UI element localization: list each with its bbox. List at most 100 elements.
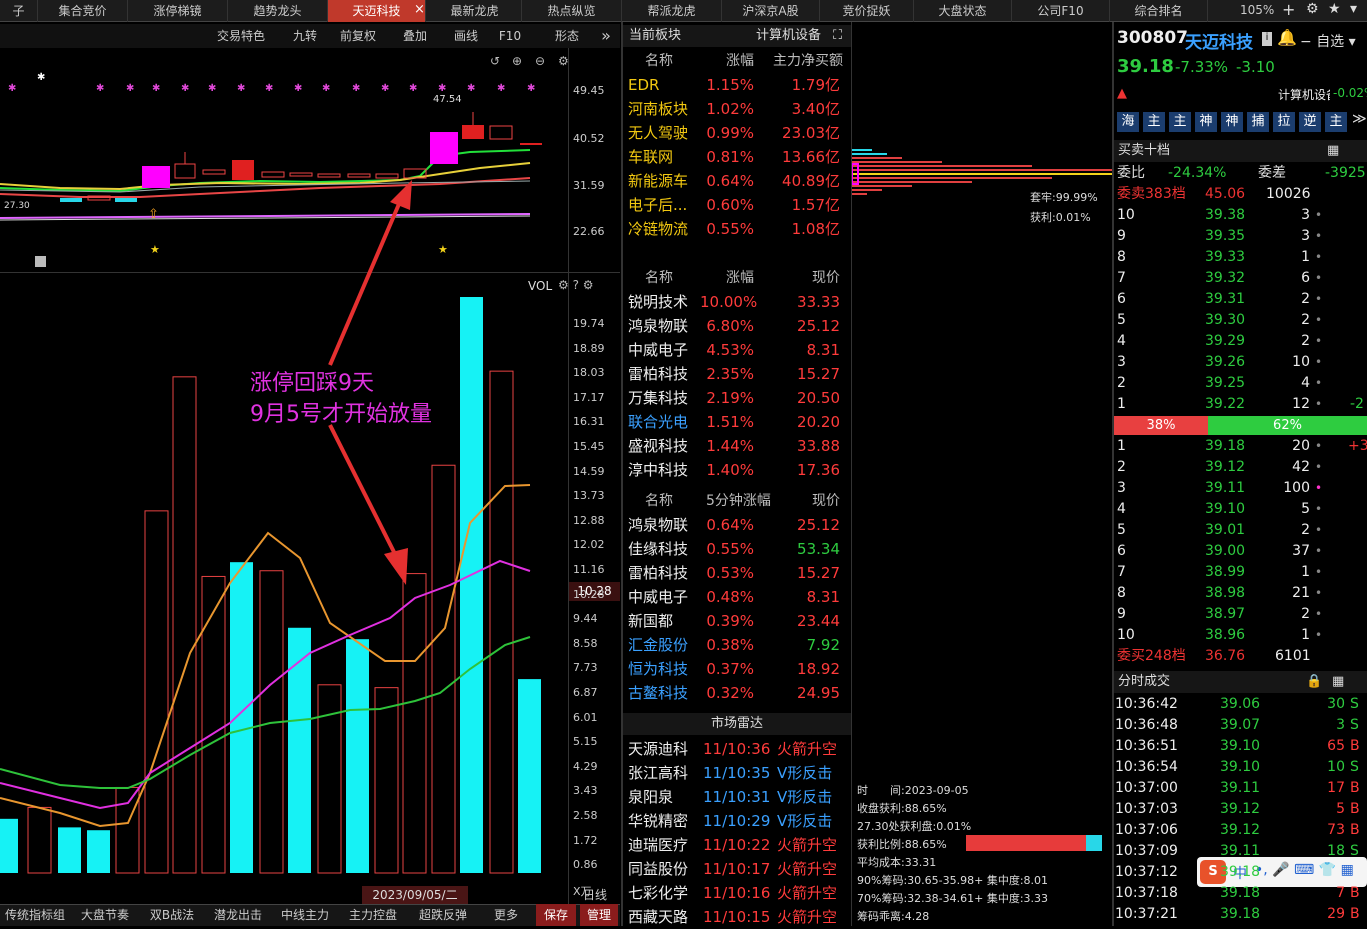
sell-price[interactable]: 39.25 xyxy=(1205,373,1245,394)
radar-stock[interactable]: 天源迪科 xyxy=(628,737,688,761)
buy-price[interactable]: 39.12 xyxy=(1205,457,1245,478)
toolbar-expand-icon[interactable]: » xyxy=(595,26,617,46)
top-tab[interactable]: 大盘状态 xyxy=(914,0,1012,22)
indicator-tab[interactable]: 中线主力 xyxy=(272,904,338,926)
toolbar-trade-feature[interactable]: 交易特色 xyxy=(205,26,277,46)
radar-stock[interactable]: 七彩化学 xyxy=(628,881,688,905)
indicator-tab[interactable]: 保存 xyxy=(536,904,576,926)
signal-tag[interactable]: 拉 xyxy=(1273,112,1295,132)
buy-vol: 1 xyxy=(1301,627,1310,643)
top-tab[interactable]: 趋势龙头 xyxy=(228,0,328,22)
radar-stock[interactable]: 华锐精密 xyxy=(628,809,688,833)
warning-icon[interactable]: ▲ xyxy=(1117,86,1127,101)
close-tab-icon[interactable]: × xyxy=(414,2,425,17)
weicha-value: -3925 xyxy=(1325,165,1366,181)
buy-price[interactable]: 39.11 xyxy=(1205,478,1245,499)
toolbar-jiuzhuan[interactable]: 九转 xyxy=(285,26,325,46)
signal-tag[interactable]: 主 xyxy=(1143,112,1165,132)
buy-price[interactable]: 38.98 xyxy=(1205,583,1245,604)
grid-icon[interactable]: ▦ xyxy=(1332,671,1344,693)
star-icon[interactable]: ★ xyxy=(1328,1,1341,17)
settings-icon[interactable]: ⚙ xyxy=(1306,1,1319,17)
toolbar-fuquan[interactable]: 前复权 xyxy=(328,26,388,46)
sell-price[interactable]: 39.33 xyxy=(1205,247,1245,268)
expand-icon[interactable]: ⛶ xyxy=(833,25,842,47)
top-tab[interactable]: 热点纵览 xyxy=(522,0,622,22)
sell-price[interactable]: 39.22 xyxy=(1205,394,1245,415)
sell-price[interactable]: 39.35 xyxy=(1205,226,1245,247)
signal-tag[interactable]: 神 xyxy=(1195,112,1217,132)
sector-title: 当前板块 xyxy=(629,28,682,43)
top-tab[interactable]: 天迈科技 xyxy=(328,0,426,22)
indicator-tab[interactable]: 传统指标组 xyxy=(0,904,70,926)
toolbar-pattern[interactable]: 形态 xyxy=(546,26,588,46)
radar-stock[interactable]: 张江高科 xyxy=(628,761,688,785)
top-tab[interactable]: 竞价捉妖 xyxy=(820,0,914,22)
menu-icon[interactable]: ▾ xyxy=(1350,1,1357,17)
radar-stock[interactable]: 泉阳泉 xyxy=(628,785,673,809)
radar-time: 11/10:36 xyxy=(703,740,771,758)
sell-price[interactable]: 39.29 xyxy=(1205,331,1245,352)
sell-price[interactable]: 39.38 xyxy=(1205,205,1245,226)
top-tab[interactable]: 涨停梯镜 xyxy=(128,0,228,22)
toolbar-overlay[interactable]: 叠加 xyxy=(392,26,438,46)
indicator-tab[interactable]: 超跌反弹 xyxy=(410,904,476,926)
buy-price[interactable]: 39.18 xyxy=(1205,436,1245,457)
indicator-tab[interactable]: 大盘节奏 xyxy=(72,904,138,926)
info-icon[interactable]: i xyxy=(1262,32,1272,46)
top-tab[interactable]: 子 xyxy=(0,0,38,22)
sell-level: 6 xyxy=(1117,291,1126,307)
buy-price[interactable]: 39.00 xyxy=(1205,541,1245,562)
top-tab[interactable]: 综合排名 xyxy=(1110,0,1208,22)
signal-tag[interactable]: 主 xyxy=(1169,112,1191,132)
calendar-icon[interactable]: ▦ xyxy=(1327,140,1339,162)
sell-price[interactable]: 39.26 xyxy=(1205,352,1245,373)
signal-tag[interactable]: 神 xyxy=(1221,112,1243,132)
collapse-icon[interactable]: ≫ xyxy=(1352,111,1367,127)
annotation-line-1: 涨停回踩9天 xyxy=(250,371,374,396)
signal-tag[interactable]: 逆 xyxy=(1299,112,1321,132)
signal-tag[interactable]: 捕 xyxy=(1247,112,1269,132)
indicator-tab[interactable]: 潜龙出击 xyxy=(206,904,270,926)
add-watchlist-button[interactable]: − 自选 ▾ xyxy=(1300,31,1356,51)
signal-tag[interactable]: 主 xyxy=(1325,112,1347,132)
top-tab[interactable]: 集合竞价 xyxy=(38,0,128,22)
dot-icon: • xyxy=(1315,628,1323,642)
indicator-tab[interactable]: 更多 xyxy=(478,904,534,926)
indicator-tab[interactable]: 双B战法 xyxy=(140,904,204,926)
top-tab[interactable]: 帮派龙虎 xyxy=(622,0,722,22)
signal-tag[interactable]: 海 xyxy=(1117,112,1139,132)
top-tab[interactable]: 最新龙虎 xyxy=(428,0,522,22)
sell-price[interactable]: 39.30 xyxy=(1205,310,1245,331)
indicator-tab[interactable]: 主力控盘 xyxy=(340,904,406,926)
bell-icon[interactable]: 🔔 xyxy=(1277,28,1297,47)
buy-price[interactable]: 39.10 xyxy=(1205,499,1245,520)
indicator-tab[interactable]: 管理 xyxy=(580,904,618,926)
sell-price[interactable]: 39.32 xyxy=(1205,268,1245,289)
buy-price[interactable]: 38.97 xyxy=(1205,604,1245,625)
stock-sector[interactable]: 计算机设备 xyxy=(1278,86,1330,103)
radar-stock[interactable]: 迪瑞医疗 xyxy=(628,833,688,857)
candle xyxy=(462,125,484,139)
toolbar-f10[interactable]: F10 xyxy=(492,26,528,46)
buy-price[interactable]: 38.99 xyxy=(1205,562,1245,583)
buy-price[interactable]: 38.96 xyxy=(1205,625,1245,646)
top-tab[interactable]: 沪深京A股 xyxy=(722,0,820,22)
toolbar-draw[interactable]: 画线 xyxy=(446,26,486,46)
kline-chart[interactable]: ↺⊕⊖⚙? ✱✱✱✱✱✱✱✱✱✱✱✱✱✱✱✱✱ ✱ ★★ ⇧ xyxy=(0,48,570,273)
candle xyxy=(317,173,341,178)
volume-bar xyxy=(230,562,253,873)
radar-stock[interactable]: 同益股份 xyxy=(628,857,688,881)
radar-stock[interactable]: 西藏天路 xyxy=(628,905,688,929)
sell-price[interactable]: 39.31 xyxy=(1205,289,1245,310)
top-tab[interactable]: 公司F10 xyxy=(1012,0,1110,22)
dot-icon: • xyxy=(1315,502,1323,516)
sector-name[interactable]: 计算机设备 xyxy=(756,25,821,47)
svg-text:⊖: ⊖ xyxy=(535,54,545,68)
vol-axis-tick: 18.03 xyxy=(573,366,605,380)
svg-text:✱: ✱ xyxy=(208,83,216,94)
buy-vol: 5 xyxy=(1301,501,1310,517)
buy-price[interactable]: 39.01 xyxy=(1205,520,1245,541)
lock-icon[interactable]: 🔒 xyxy=(1306,671,1322,693)
zoom-in-icon[interactable]: + xyxy=(1282,0,1295,19)
